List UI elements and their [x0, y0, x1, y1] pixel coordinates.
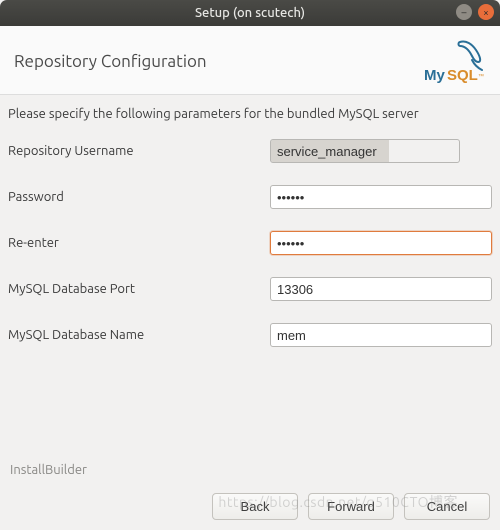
- username-field-wrap: [270, 139, 492, 163]
- label-port: MySQL Database Port: [8, 282, 270, 296]
- content-area: Please specify the following parameters …: [0, 95, 500, 347]
- reenter-input[interactable]: [270, 231, 492, 255]
- forward-button[interactable]: Forward: [308, 493, 394, 520]
- svg-text:SQL: SQL: [447, 67, 478, 84]
- header: Repository Configuration My SQL ™: [0, 26, 500, 95]
- password-input[interactable]: [270, 185, 492, 209]
- footer: InstallBuilder Back Forward Cancel: [0, 455, 500, 530]
- button-row: Back Forward Cancel: [10, 493, 490, 520]
- intro-text: Please specify the following parameters …: [8, 107, 492, 121]
- label-password: Password: [8, 190, 270, 204]
- label-username: Repository Username: [8, 144, 270, 158]
- row-password: Password: [8, 185, 492, 209]
- svg-text:My: My: [424, 67, 445, 84]
- row-dbname: MySQL Database Name: [8, 323, 492, 347]
- window-title: Setup (on scutech): [0, 6, 500, 20]
- row-port: MySQL Database Port: [8, 277, 492, 301]
- port-input[interactable]: [270, 277, 492, 301]
- window-controls: – ×: [456, 4, 494, 20]
- label-reenter: Re-enter: [8, 236, 270, 250]
- dbname-input[interactable]: [270, 323, 492, 347]
- close-icon[interactable]: ×: [478, 4, 494, 20]
- cancel-button[interactable]: Cancel: [404, 493, 490, 520]
- installbuilder-label: InstallBuilder: [10, 463, 490, 477]
- minimize-icon[interactable]: –: [456, 4, 472, 20]
- title-bar: Setup (on scutech) – ×: [0, 0, 500, 26]
- row-reenter: Re-enter: [8, 231, 492, 255]
- svg-text:™: ™: [478, 73, 484, 80]
- label-dbname: MySQL Database Name: [8, 328, 270, 342]
- username-input[interactable]: [270, 139, 460, 163]
- mysql-logo-icon: My SQL ™: [422, 38, 486, 84]
- page-title: Repository Configuration: [14, 52, 207, 71]
- back-button[interactable]: Back: [212, 493, 298, 520]
- row-username: Repository Username: [8, 139, 492, 163]
